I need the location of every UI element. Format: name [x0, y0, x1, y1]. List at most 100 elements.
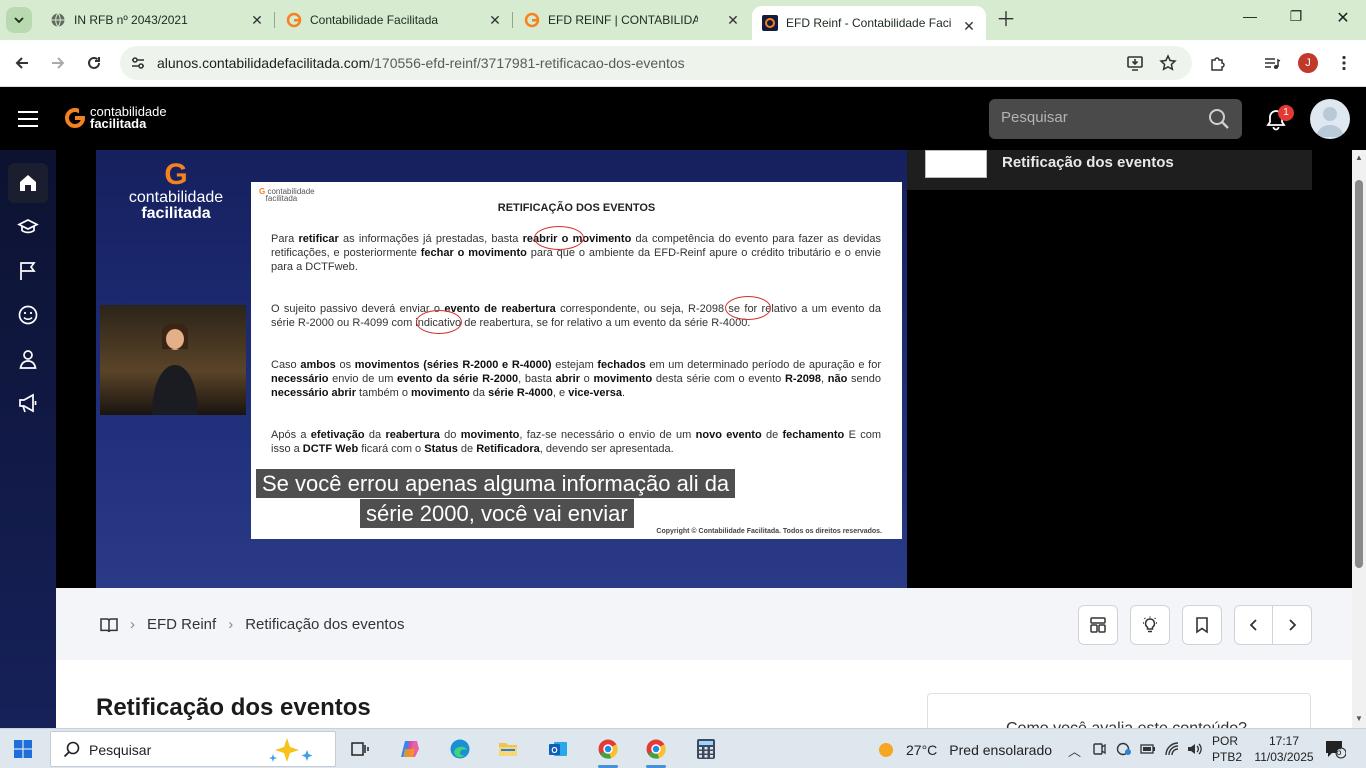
smiley-icon — [18, 305, 38, 325]
rail-item-profile[interactable] — [8, 339, 48, 379]
edge-app[interactable] — [446, 735, 474, 763]
windows-start-icon[interactable] — [14, 740, 32, 758]
notification-icon — [1326, 741, 1347, 759]
install-icon — [1127, 56, 1143, 71]
tab-title: EFD Reinf - Contabilidade Facilit — [786, 16, 952, 30]
breadcrumb-lesson: Retificação dos eventos — [245, 616, 405, 633]
page-scrollbar[interactable]: ▲ ▼ — [1352, 150, 1366, 728]
browser-tab-2[interactable]: Contabilidade Facilitada ✕ — [276, 0, 512, 40]
tab-search-button[interactable] — [6, 7, 32, 33]
close-window-button[interactable]: ✕ — [1320, 8, 1366, 28]
meet-now-icon[interactable] — [1092, 741, 1106, 757]
install-app-button[interactable] — [1125, 53, 1145, 73]
bookmark-star-button[interactable] — [1158, 53, 1178, 73]
wifi-icon[interactable] — [1164, 741, 1180, 757]
video-player[interactable]: G contabilidade facilitada G contabilida… — [96, 150, 907, 588]
taskbar-search[interactable]: Pesquisar — [50, 731, 336, 767]
notification-center-button[interactable]: 6 — [1324, 739, 1347, 764]
browser-tab-4-active[interactable]: EFD Reinf - Contabilidade Facilit ✕ — [752, 6, 986, 40]
screen: IN RFB nº 2043/2021 ✕ Contabilidade Faci… — [0, 0, 1366, 768]
tab-title: IN RFB nº 2043/2021 — [74, 13, 188, 27]
playlist-item-title: Retificação dos eventos — [1002, 154, 1174, 171]
user-silhouette-icon — [1316, 107, 1344, 137]
restore-button[interactable]: ❐ — [1273, 8, 1319, 25]
chrome-app-profile-j[interactable] — [594, 735, 622, 768]
weather-widget[interactable]: 27°C Pred ensolarado — [876, 740, 1052, 760]
page-title: Retificação dos eventos — [96, 694, 371, 721]
layout-toggle-button[interactable] — [1078, 605, 1118, 645]
tab-title: EFD REINF | CONTABILIDADE FA — [548, 13, 698, 27]
search-input[interactable] — [1001, 109, 1201, 126]
browser-tab-3[interactable]: EFD REINF | CONTABILIDADE FA ✕ — [514, 0, 750, 40]
task-view-button[interactable] — [346, 735, 374, 763]
home-icon — [20, 175, 36, 191]
scrollbar-thumb[interactable] — [1355, 180, 1363, 568]
next-lesson-button[interactable] — [1272, 605, 1312, 645]
tab-divider — [274, 12, 275, 28]
svg-text:O: O — [551, 746, 557, 755]
minimize-button[interactable]: — — [1227, 8, 1273, 24]
reload-button[interactable] — [83, 52, 105, 74]
tab-title: Contabilidade Facilitada — [310, 13, 439, 27]
light-mode-button[interactable] — [1130, 605, 1170, 645]
url-domain: alunos.contabilidadefacilitada.com — [157, 55, 371, 71]
address-bar[interactable]: alunos.contabilidadefacilitada.com/17055… — [120, 46, 1192, 80]
back-button[interactable] — [11, 52, 33, 74]
bookmark-lesson-button[interactable] — [1182, 605, 1222, 645]
previous-lesson-button[interactable] — [1234, 605, 1274, 645]
logo-text: contabilidade facilitada — [90, 105, 167, 130]
site-logo[interactable]: contabilidade facilitada — [64, 105, 167, 130]
red-annotation-circle — [416, 310, 462, 334]
clock-date: 11/03/2025 — [1254, 750, 1314, 764]
scroll-up-arrow[interactable]: ▲ — [1355, 153, 1363, 162]
search-icon[interactable] — [1208, 108, 1230, 130]
book-icon[interactable] — [100, 617, 118, 633]
extensions-button[interactable] — [1208, 53, 1228, 73]
url-text: alunos.contabilidadefacilitada.com/17055… — [157, 55, 685, 71]
rail-item-courses[interactable] — [8, 207, 48, 247]
graduation-cap-icon — [17, 219, 39, 234]
chevron-right-icon: › — [130, 616, 135, 633]
lightbulb-icon — [1143, 616, 1157, 633]
browser-tab-1[interactable]: IN RFB nº 2043/2021 ✕ — [40, 0, 274, 40]
video-logo: G contabilidade facilitada — [126, 160, 226, 222]
clock-time: 17:17 — [1268, 734, 1300, 748]
battery-icon[interactable] — [1140, 742, 1156, 756]
rail-item-flag[interactable] — [8, 251, 48, 291]
chrome-app[interactable] — [642, 735, 670, 768]
taskbar-clock[interactable]: 17:17 11/03/2025 — [1254, 733, 1314, 765]
input-language[interactable]: POR PTB2 — [1212, 733, 1242, 765]
rail-item-home[interactable] — [8, 163, 48, 203]
layout-icon — [1090, 617, 1106, 633]
copilot-app[interactable] — [396, 735, 424, 763]
tray-chevron-up-icon[interactable]: ︿ — [1068, 741, 1081, 760]
user-avatar[interactable] — [1310, 99, 1350, 139]
hamburger-menu-icon[interactable] — [18, 111, 38, 132]
profile-avatar[interactable]: J — [1298, 53, 1318, 73]
site-info-icon[interactable] — [130, 55, 146, 71]
star-icon — [1159, 54, 1177, 71]
close-icon[interactable]: ✕ — [726, 13, 740, 27]
browser-menu-button[interactable] — [1334, 53, 1354, 73]
close-icon[interactable]: ✕ — [250, 13, 264, 27]
playlist-item-current[interactable]: Retificação dos eventos — [907, 150, 1312, 190]
rail-item-smiley[interactable] — [8, 295, 48, 335]
calculator-app[interactable] — [692, 735, 720, 763]
slide-paragraph-2: O sujeito passivo deverá enviar o evento… — [271, 303, 881, 329]
breadcrumb-course[interactable]: EFD Reinf — [147, 616, 216, 633]
browser-tab-strip: IN RFB nº 2043/2021 ✕ Contabilidade Faci… — [0, 0, 1366, 40]
user-icon — [19, 350, 37, 369]
volume-icon[interactable] — [1186, 741, 1204, 757]
close-icon[interactable]: ✕ — [488, 13, 502, 27]
media-control-button[interactable] — [1262, 53, 1282, 73]
outlook-app[interactable]: O — [544, 735, 572, 763]
scroll-down-arrow[interactable]: ▼ — [1355, 714, 1363, 723]
forward-button[interactable] — [47, 52, 69, 74]
cloud-sync-icon[interactable] — [1116, 741, 1132, 757]
rail-item-announcements[interactable] — [8, 383, 48, 423]
close-icon[interactable]: ✕ — [962, 19, 976, 33]
breadcrumb: › EFD Reinf › Retificação dos eventos — [100, 616, 404, 633]
puzzle-icon — [1211, 57, 1225, 71]
file-explorer-app[interactable] — [494, 735, 522, 763]
new-tab-button[interactable]: ＋ — [996, 10, 1016, 30]
